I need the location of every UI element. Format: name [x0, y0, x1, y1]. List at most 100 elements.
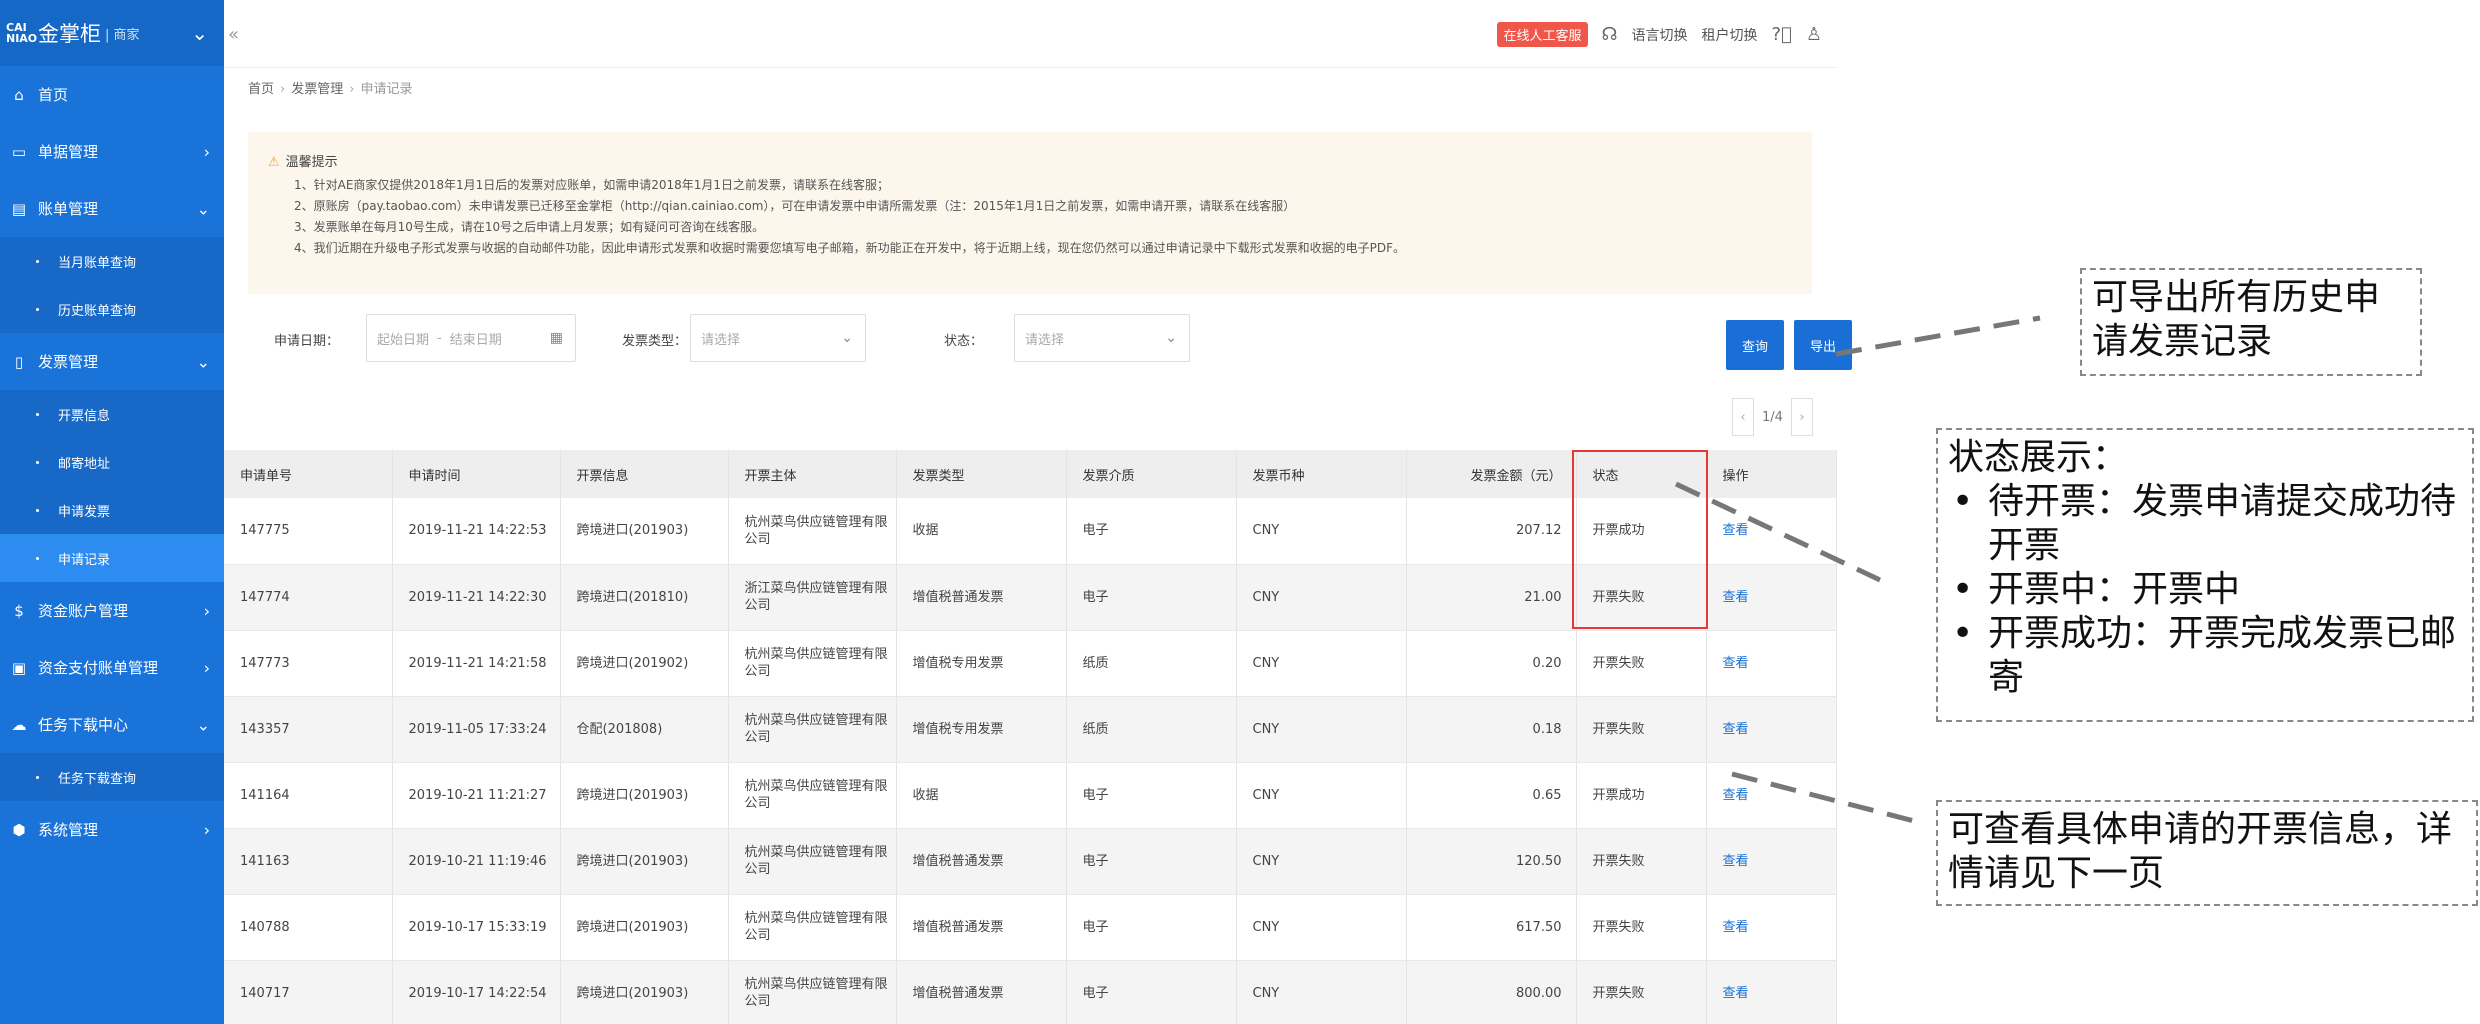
dollar-icon: $: [14, 601, 24, 620]
table-cell: 跨境进口(201903): [560, 498, 729, 565]
breadcrumb-home[interactable]: 首页: [248, 82, 274, 97]
table-cell: 电子: [1066, 564, 1237, 631]
table-row: 141163 2019-10-21 11:19:46 跨境进口(201903) 杭州菜…: [224, 828, 1837, 895]
sidebar-subitem[interactable]: 任务下载查询: [0, 753, 224, 801]
next-page-icon[interactable]: ›: [1790, 398, 1813, 436]
table-cell: 开票失败: [1576, 696, 1707, 763]
column-header: 状态: [1576, 450, 1707, 498]
table-cell: 跨境进口(201903): [560, 894, 729, 961]
sidebar-item[interactable]: ▭ 单据管理 ›: [0, 123, 224, 180]
sidebar-item[interactable]: ▯ 发票管理 ⌄: [0, 333, 224, 390]
view-link[interactable]: 查看: [1723, 986, 1749, 1001]
breadcrumb-invoice-management[interactable]: 发票管理: [291, 82, 343, 97]
chevron-down-icon[interactable]: ⌄: [191, 21, 208, 45]
headset-icon[interactable]: ☊: [1602, 24, 1618, 45]
table-cell: CNY: [1236, 960, 1407, 1024]
user-icon[interactable]: ♙: [1806, 24, 1822, 45]
chevron-down-icon: ⌄: [1165, 330, 1177, 346]
table-row: 147773 2019-11-21 14:21:58 跨境进口(201902) 杭州菜…: [224, 630, 1837, 697]
notice-line: 4、我们近期在升级电子形式发票与收据的自动邮件功能，因此申请形式发票和收据时需要…: [294, 241, 1406, 255]
view-annotation: 可查看具体申请的开票信息，详情请见下一页: [1936, 800, 2478, 906]
sidebar-item[interactable]: ⌂ 首页: [0, 66, 224, 123]
table-cell: 140717: [224, 960, 393, 1024]
sidebar-subitem-label: 当月账单查询: [58, 255, 137, 271]
query-button[interactable]: 查询: [1726, 320, 1784, 370]
notice-line: 3、发票账单在每月10号生成，请在10号之后申请上月发票；如有疑问可咨询在线客服…: [294, 220, 765, 234]
date-start-placeholder: 起始日期: [377, 332, 430, 348]
view-link[interactable]: 查看: [1723, 920, 1749, 935]
sidebar-subitem[interactable]: 开票信息: [0, 390, 224, 438]
date-label: 申请日期：: [274, 334, 340, 349]
warning-icon: ⚠: [268, 155, 280, 170]
column-header: 发票介质: [1066, 450, 1237, 498]
table-cell: 2019-10-21 11:19:46: [392, 828, 561, 895]
breadcrumb-current: 申请记录: [360, 82, 413, 97]
sidebar-item[interactable]: ▣ 资金支付账单管理 ›: [0, 639, 224, 696]
status-select[interactable]: 请选择 ⌄: [1014, 314, 1190, 362]
sidebar-subitem-label: 申请记录: [58, 552, 111, 568]
table-cell: 0.20: [1406, 630, 1577, 697]
table-cell: CNY: [1236, 894, 1407, 961]
prev-page-icon[interactable]: ‹: [1732, 398, 1754, 436]
column-header: 操作: [1706, 450, 1837, 498]
status-annotation: 状态展示： 待开票：发票申请提交成功待开票 开票中：开票中 开票成功：开票完成发…: [1936, 428, 2474, 722]
column-header: 发票类型: [896, 450, 1067, 498]
sidebar-subitem[interactable]: 邮寄地址: [0, 438, 224, 486]
invoice-type-select[interactable]: 请选择 ⌄: [690, 314, 866, 362]
table-cell: 开票成功: [1576, 498, 1707, 565]
view-link[interactable]: 查看: [1723, 656, 1749, 671]
tenant-switch-link[interactable]: 租户切换: [1702, 25, 1758, 45]
table-cell: 143357: [224, 696, 393, 763]
export-button[interactable]: 导出: [1794, 320, 1852, 370]
status-item: 开票中：开票中: [1948, 568, 2462, 612]
calendar-icon[interactable]: ▦: [550, 330, 563, 346]
notice-panel: ⚠ 温馨提示 1、针对AE商家仅提供2018年1月1日后的发票对应账单，如需申请2…: [248, 132, 1812, 294]
view-link[interactable]: 查看: [1723, 523, 1749, 538]
table-cell: 杭州菜鸟供应链管理有限公司: [728, 960, 897, 1024]
table-cell: 2019-11-21 14:22:30: [392, 564, 561, 631]
sidebar-item[interactable]: ☁ 任务下载中心 ⌄: [0, 696, 224, 753]
notice-line: 2、原账房（pay.taobao.com）未申请发票已迁移至金掌柜（http:/…: [294, 199, 1296, 213]
table-cell: 21.00: [1406, 564, 1577, 631]
table-cell: 2019-11-21 14:21:58: [392, 630, 561, 697]
help-icon[interactable]: ?⃝: [1772, 24, 1792, 45]
table-cell-action: 查看: [1706, 498, 1837, 565]
view-link[interactable]: 查看: [1723, 722, 1749, 737]
chevron-down-icon: ⌄: [196, 352, 210, 371]
online-support-button[interactable]: 在线人工客服: [1497, 22, 1588, 47]
table-cell: CNY: [1236, 696, 1407, 763]
bill-icon: ▤: [11, 199, 27, 218]
table-cell: 杭州菜鸟供应链管理有限公司: [728, 762, 897, 829]
notice-line: 1、针对AE商家仅提供2018年1月1日后的发票对应账单，如需申请2018年1月…: [294, 178, 890, 192]
table-cell: 杭州菜鸟供应链管理有限公司: [728, 696, 897, 763]
collapse-sidebar-icon[interactable]: «: [228, 24, 239, 45]
sidebar: CAI NIAO 金掌柜 | 商家 ⌄ ⌂ 首页 ▭ 单据管理 › ▤ 账单管理 ⌄ 当月账单查…: [0, 0, 224, 1024]
column-header: 开票主体: [728, 450, 897, 498]
chevron-right-icon: ›: [203, 142, 210, 161]
table-cell: 207.12: [1406, 498, 1577, 565]
sidebar-subitem[interactable]: 申请记录: [0, 534, 224, 582]
chevron-down-icon: ⌄: [196, 199, 210, 218]
table-cell: CNY: [1236, 564, 1407, 631]
sidebar-subitem[interactable]: 历史账单查询: [0, 285, 224, 333]
date-range-input[interactable]: 起始日期 - 结束日期 ▦: [366, 314, 576, 362]
sidebar-subitem[interactable]: 申请发票: [0, 486, 224, 534]
column-header: 发票金额（元）: [1406, 450, 1577, 498]
sidebar-item[interactable]: ▤ 账单管理 ⌄: [0, 180, 224, 237]
view-link[interactable]: 查看: [1723, 854, 1749, 869]
chevron-down-icon: ⌄: [196, 715, 210, 734]
table-cell: 140788: [224, 894, 393, 961]
settings-icon: ⬢: [12, 820, 26, 839]
logo-bar: CAI NIAO 金掌柜 | 商家 ⌄: [0, 0, 224, 66]
view-link[interactable]: 查看: [1723, 590, 1749, 605]
sidebar-item-label: 资金账户管理: [38, 602, 129, 620]
status-item: 待开票：发票申请提交成功待开票: [1948, 480, 2462, 568]
table-cell: 电子: [1066, 960, 1237, 1024]
view-link[interactable]: 查看: [1723, 788, 1749, 803]
sidebar-subitem[interactable]: 当月账单查询: [0, 237, 224, 285]
sidebar-item[interactable]: $ 资金账户管理 ›: [0, 582, 224, 639]
language-switch-link[interactable]: 语言切换: [1632, 25, 1688, 45]
table-cell-action: 查看: [1706, 696, 1837, 763]
sidebar-item[interactable]: ⬢ 系统管理 ›: [0, 801, 224, 858]
table-cell: 仓配(201808): [560, 696, 729, 763]
